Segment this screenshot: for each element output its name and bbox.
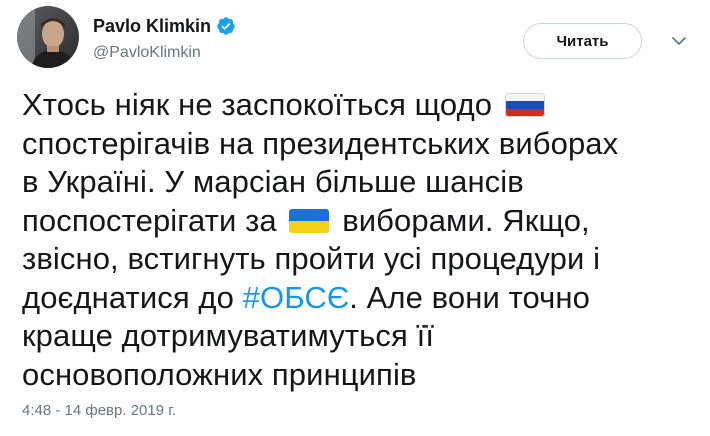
tweet-line: поспостерігати за виборами. Якщо,	[22, 202, 702, 241]
tweet-text-segment: . Але вони точно	[349, 279, 590, 315]
tweet-line: основоположних принципів	[22, 356, 702, 395]
tweet-card: Pavlo Klimkin @PavloKlimkin Читать Хтось…	[0, 0, 710, 436]
ukraine-flag-icon	[289, 208, 330, 233]
tweet-text-segment: в Україні. У марсіан більше шансів	[22, 164, 524, 199]
tweet-text: Хтось ніяк не заспокоїться щодо спостері…	[22, 86, 702, 394]
tweet-timestamp[interactable]: 4:48 - 14 февр. 2019 г.	[22, 402, 176, 419]
tweet-line: звісно, встигнуть пройти усі процедури і	[22, 240, 702, 279]
tweet-text-segment: основоположних принципів	[22, 356, 417, 392]
russia-flag-icon	[504, 93, 545, 117]
tweet-text-segment: Хтось ніяк не заспокоїться щодо	[22, 87, 493, 122]
author-display-name[interactable]: Pavlo Klimkin	[93, 16, 211, 37]
tweet-text-segment: поспостерігати за	[22, 202, 277, 238]
tweet-text-segment: краще дотримуватимуться її	[22, 318, 435, 353]
follow-button[interactable]: Читать	[523, 23, 642, 59]
verified-badge-icon	[216, 16, 236, 36]
tweet-line: Хтось ніяк не заспокоїться щодо	[22, 86, 702, 125]
author-name-row[interactable]: Pavlo Klimkin	[93, 14, 236, 38]
tweet-text-segment: звісно, встигнуть пройти усі процедури і	[22, 241, 601, 276]
hashtag-link[interactable]: #ОБСЄ	[243, 280, 350, 315]
tweet-text-segment: виборами. Якщо,	[342, 202, 590, 238]
tweet-line: доєднатися до #ОБСЄ. Але вони точно	[22, 279, 702, 318]
tweet-line: в Україні. У марсіан більше шансів	[22, 163, 702, 202]
chevron-down-icon[interactable]	[669, 31, 689, 51]
tweet-text-segment: спостерігачів на президентських виборах	[22, 125, 619, 161]
tweet-text-segment: доєднатися до	[22, 279, 234, 315]
tweet-line: спостерігачів на президентських виборах	[22, 125, 702, 164]
tweet-line: краще дотримуватимуться її	[22, 317, 702, 356]
author-handle[interactable]: @PavloKlimkin	[93, 44, 201, 62]
avatar[interactable]	[17, 6, 79, 68]
